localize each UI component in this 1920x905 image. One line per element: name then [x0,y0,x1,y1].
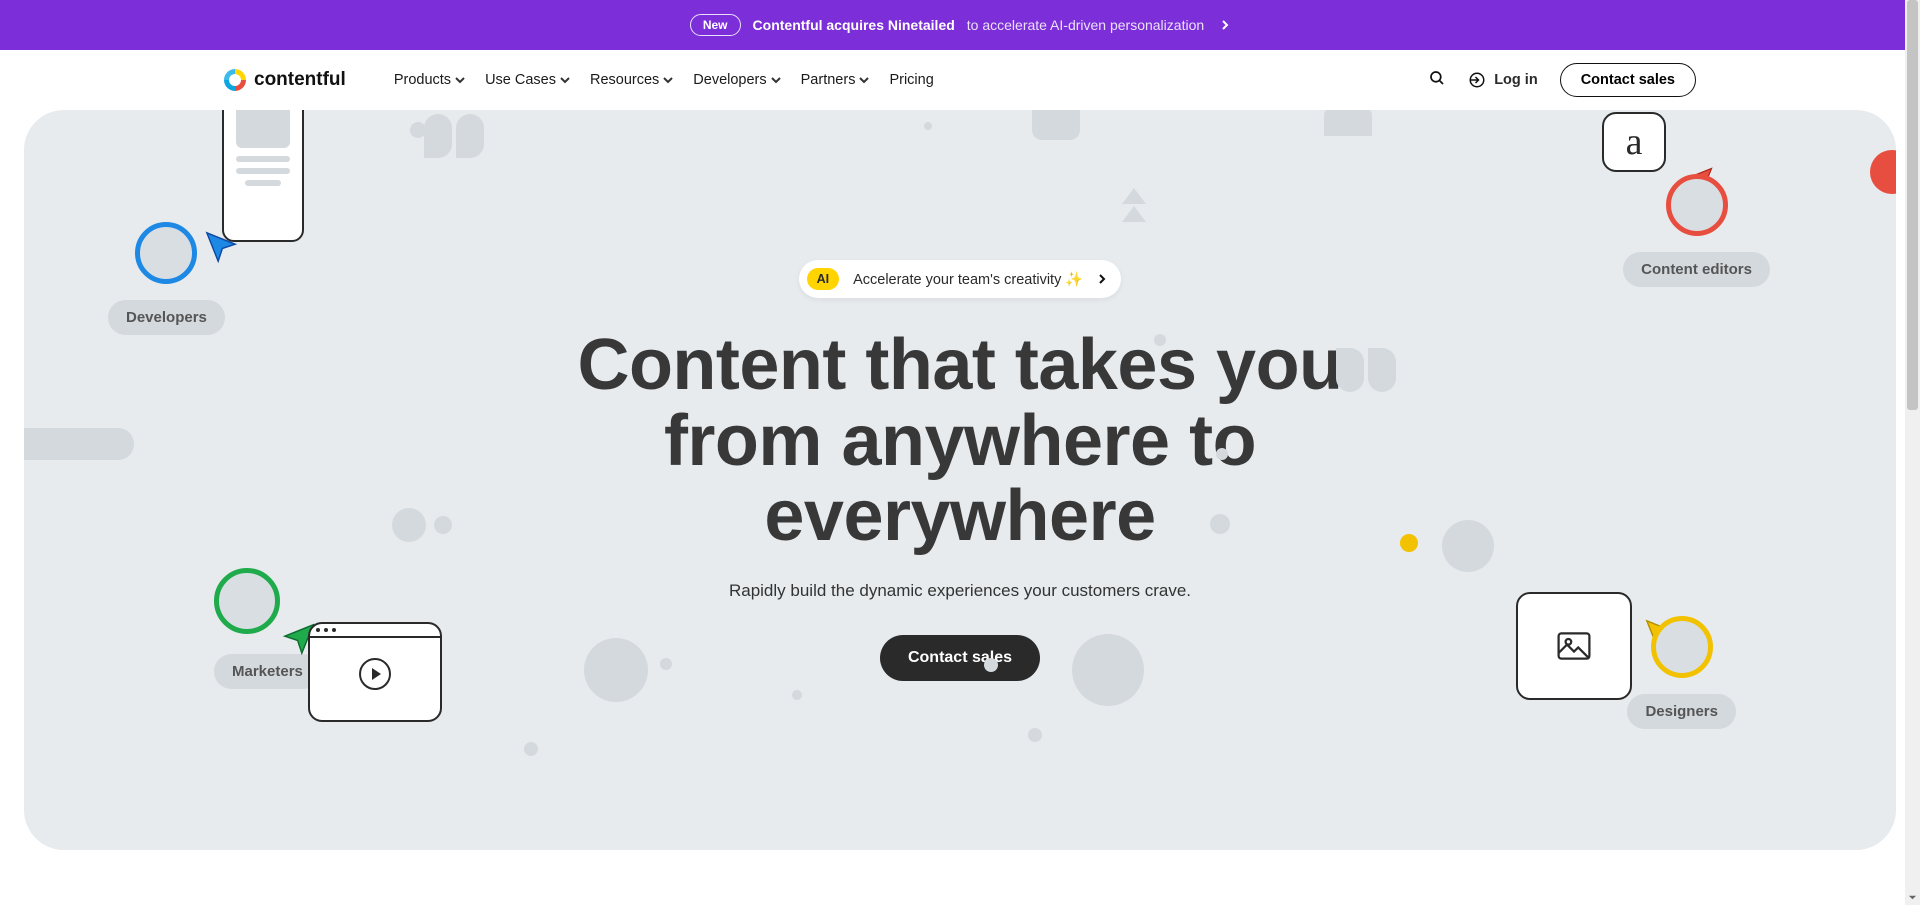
ai-badge: AI [807,268,840,290]
login-icon [1468,71,1486,89]
decor-dot [924,122,932,130]
letter-char: a [1626,120,1643,164]
nav-item-resources[interactable]: Resources [590,72,673,88]
banner-pill: New [690,14,741,36]
illustration-letterbox: a [1602,112,1666,172]
nav-item-partners[interactable]: Partners [801,72,870,88]
chevron-down-icon [859,75,869,85]
nav-item-products[interactable]: Products [394,72,465,88]
decor-tab [1324,110,1372,136]
search-icon[interactable] [1428,69,1446,92]
nav-menu: Products Use Cases Resources Developers … [394,72,934,88]
nav-label: Pricing [889,72,933,88]
nav-label: Developers [693,72,766,88]
illustration-video-window [308,622,442,722]
decor-triangles [1122,188,1146,222]
chevron-right-icon [1097,274,1107,284]
avatar [135,222,197,284]
scrollbar-thumb[interactable] [1907,0,1918,410]
chevron-down-icon [663,75,673,85]
persona-label: Developers [108,300,225,335]
decor-dot [584,638,648,702]
hero-headline: Content that takes you from anywhere to … [510,328,1410,555]
decor-dot [1442,520,1494,572]
nav-item-use-cases[interactable]: Use Cases [485,72,570,88]
announcement-banner[interactable]: New Contentful acquires Ninetailed to ac… [0,0,1920,50]
decor-dot [392,508,426,542]
avatar [1651,616,1713,678]
decor-dot [660,658,672,670]
play-icon [359,658,391,690]
login-link[interactable]: Log in [1468,71,1538,89]
help-fab[interactable] [1870,150,1896,194]
decor-dot [1154,334,1166,346]
avatar [1666,174,1728,236]
decor-dot [524,742,538,756]
decor-dot [1072,634,1144,706]
nav-label: Use Cases [485,72,556,88]
decor-dot [984,658,998,672]
nav-label: Products [394,72,451,88]
chevron-down-icon [455,75,465,85]
decor-halfpill [24,428,134,460]
login-label: Log in [1494,72,1538,88]
image-icon [1557,632,1591,660]
decor-quotes [424,114,484,158]
decor-dot [1216,448,1228,460]
avatar [214,568,280,634]
nav-item-developers[interactable]: Developers [693,72,780,88]
nav-item-pricing[interactable]: Pricing [889,72,933,88]
banner-subtext: to accelerate AI-driven personalization [967,17,1204,33]
decor-tab [1032,110,1080,140]
brand-name: contentful [254,69,346,91]
decor-dot-accent [1400,534,1418,552]
persona-label: Marketers [214,654,321,689]
decor-quotes [1336,348,1396,392]
ai-announcement-pill[interactable]: AI Accelerate your team's creativity ✨ [799,260,1122,298]
chevron-down-icon [560,75,570,85]
banner-headline: Contentful acquires Ninetailed [753,17,955,33]
persona-label: Designers [1627,694,1736,729]
persona-label: Content editors [1623,252,1770,287]
hero-section: AI Accelerate your team's creativity ✨ C… [24,110,1896,850]
illustration-phone [222,110,304,242]
ai-text: Accelerate your team's creativity ✨ [853,271,1083,288]
decor-dot [434,516,452,534]
chevron-down-icon [771,75,781,85]
persona-designers: Designers [1627,616,1736,729]
nav-label: Resources [590,72,659,88]
hero-subhead: Rapidly build the dynamic experiences yo… [729,581,1191,601]
persona-content-editors: Content editors [1623,174,1770,287]
brand-logo[interactable]: contentful [224,69,346,91]
decor-dot [792,690,802,700]
contact-sales-nav-button[interactable]: Contact sales [1560,63,1696,97]
persona-developers: Developers [108,222,225,335]
illustration-image-card [1516,592,1632,700]
contact-sales-hero-button[interactable]: Contact sales [880,635,1040,681]
decor-dot [1210,514,1230,534]
scrollbar[interactable] [1905,0,1920,905]
nav-label: Partners [801,72,856,88]
chevron-right-icon [1220,17,1230,33]
logo-mark-icon [224,69,246,91]
decor-dot [1028,728,1042,742]
scrollbar-down-button[interactable] [1905,890,1920,905]
main-nav: contentful Products Use Cases Resources … [176,50,1744,110]
